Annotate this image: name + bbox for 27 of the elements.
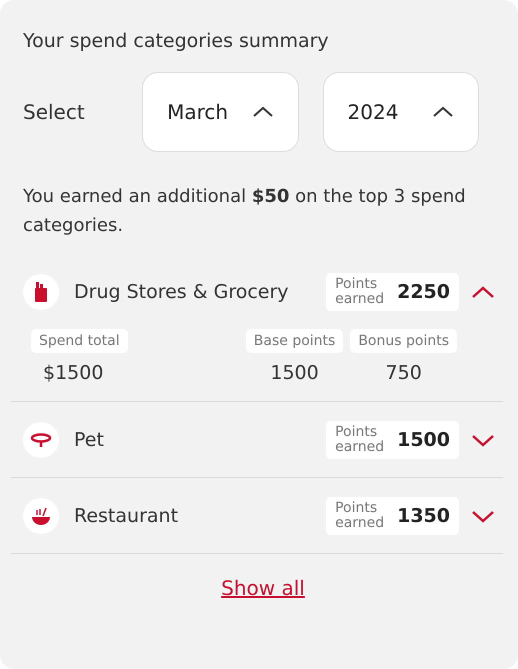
card-title: Your spend categories summary — [23, 30, 330, 52]
category-name: Pet — [74, 428, 105, 450]
points-label: Points earned — [335, 276, 386, 306]
detail-label: Base points — [246, 329, 344, 353]
points-value: 1350 — [397, 504, 450, 526]
detail-label: Bonus points — [350, 329, 457, 353]
chevron-icon — [471, 284, 495, 298]
shopping-bag-icon — [23, 274, 59, 310]
dropdown[interactable]: 2024 — [322, 72, 479, 152]
category-name: Restaurant — [74, 504, 180, 526]
points-label: Points earned — [335, 500, 386, 530]
pet-collar-icon — [23, 422, 59, 458]
points-label: Points earned — [335, 424, 386, 454]
detail-value: 1500 — [270, 362, 319, 384]
select-label: Select — [23, 100, 86, 124]
category-name: Drug Stores & Grocery — [74, 280, 290, 302]
detail-value: 750 — [386, 362, 422, 384]
bowl-icon — [23, 498, 59, 534]
show-all-link[interactable]: Show all — [221, 576, 305, 600]
detail-value: $1500 — [42, 362, 104, 384]
chevron-icon — [471, 508, 495, 522]
points-value: 2250 — [397, 280, 450, 302]
detail-label: Spend total — [31, 329, 128, 353]
chevron-icon — [471, 432, 495, 446]
points-value: 1500 — [397, 428, 450, 450]
summary-text: You earned an additional $50 on the top 3 spend categories. — [23, 185, 467, 238]
dropdown[interactable]: March — [142, 72, 299, 152]
